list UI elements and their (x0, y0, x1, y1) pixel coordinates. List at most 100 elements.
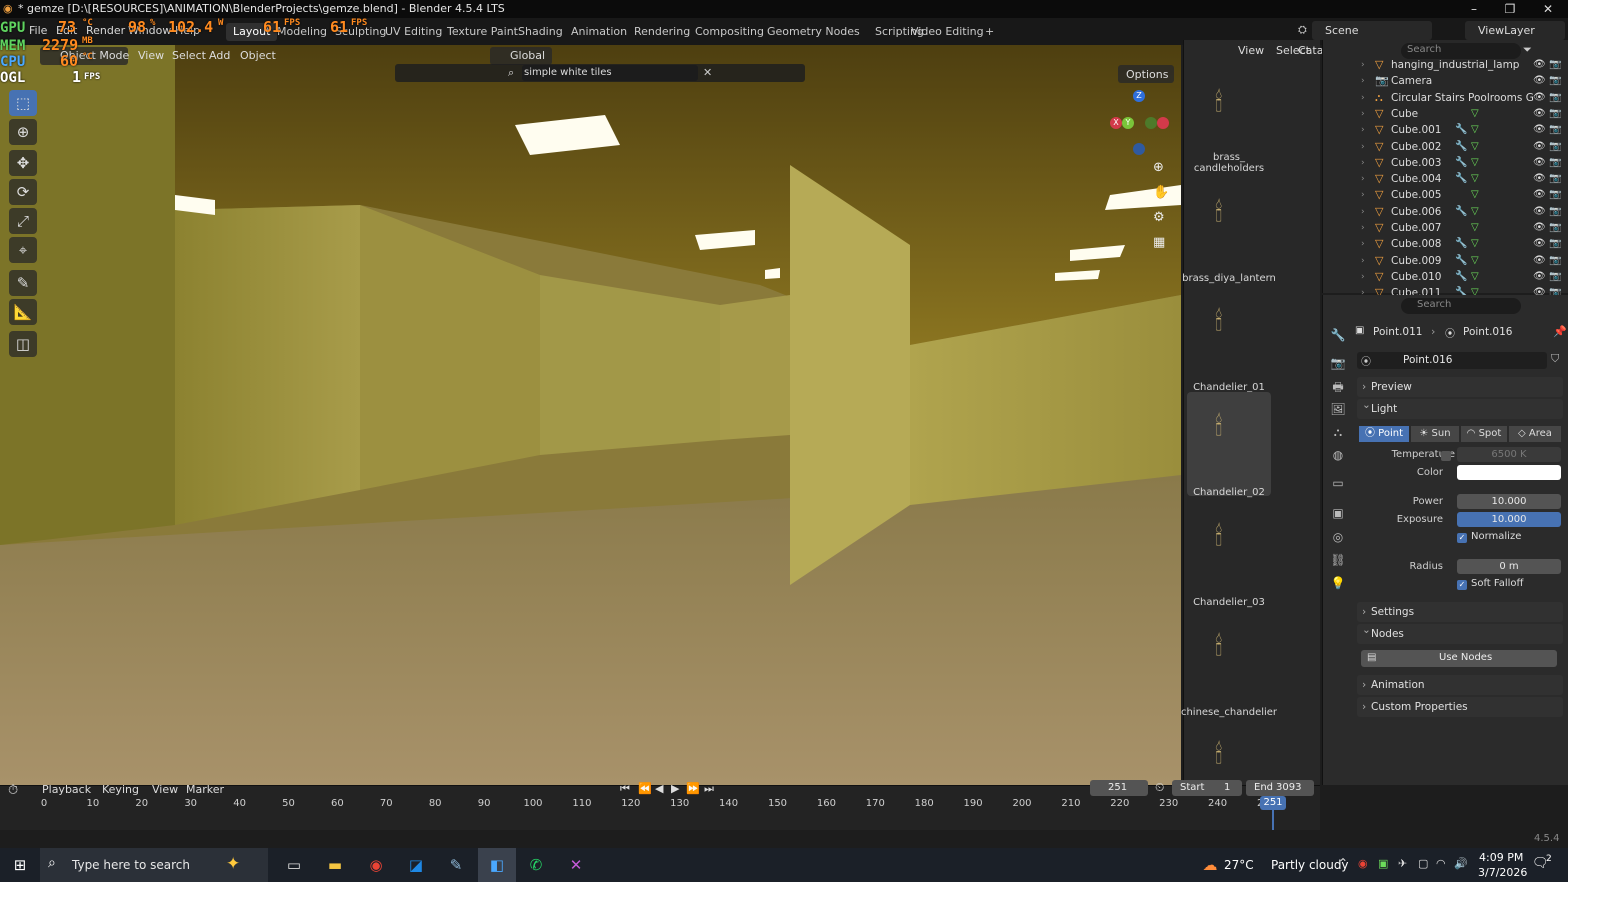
outliner-row[interactable]: › ▽ Cube.009 🔧 ▽ 👁 📷 (1323, 253, 1569, 269)
move-tool-icon[interactable]: ✥ (9, 150, 37, 176)
tray-network-icon[interactable]: ✈ (1398, 857, 1407, 870)
workspace-tab-add[interactable]: + (978, 23, 1001, 41)
jump-start-icon[interactable]: ⏮ (620, 782, 630, 796)
expand-arrow-icon[interactable]: › (1361, 253, 1365, 269)
visibility-eye-icon[interactable]: 👁 (1533, 73, 1546, 89)
tool-tab-icon[interactable]: 🔧 (1327, 325, 1349, 345)
power-field[interactable]: 10.000 (1457, 494, 1561, 509)
windows-start-icon[interactable]: ⊞ (8, 854, 32, 876)
asset-item[interactable]: 🕯 Chandelier_02 (1187, 392, 1271, 498)
tray-chrome-icon[interactable]: ◉ (1358, 857, 1368, 870)
outliner-row[interactable]: › ▽ Cube ▽ 👁 📷 (1323, 106, 1569, 122)
minimize-button[interactable]: – (1456, 0, 1492, 18)
visibility-eye-icon[interactable]: 👁 (1533, 269, 1546, 285)
render-camera-icon[interactable]: 📷 (1549, 253, 1561, 269)
workspace-tab-animation[interactable]: Animation (564, 23, 634, 41)
clear-search-icon[interactable]: ✕ (703, 66, 712, 79)
temperature-field[interactable]: 6500 K (1457, 447, 1561, 462)
file-explorer-icon[interactable]: ▬ (323, 854, 347, 876)
panel-animation[interactable]: Animation (1357, 675, 1563, 695)
render-camera-icon[interactable]: 📷 (1549, 73, 1561, 89)
render-camera-icon[interactable]: 📷 (1549, 122, 1561, 138)
scale-tool-icon[interactable]: ⤢ (9, 208, 37, 234)
workspace-tab-geometry-nodes[interactable]: Geometry Nodes (760, 23, 867, 41)
restore-button[interactable]: ❐ (1492, 0, 1528, 18)
expand-arrow-icon[interactable]: › (1361, 171, 1365, 187)
scene-tab-icon[interactable]: ⛬ (1327, 422, 1349, 442)
fake-user-shield-icon[interactable]: ⛉ (1551, 352, 1559, 366)
measure-tool-icon[interactable]: 📐 (9, 299, 37, 325)
gizmo-neg-z-icon[interactable] (1133, 143, 1145, 155)
outliner-row[interactable]: › 📷 Camera 👁 📷 (1323, 73, 1569, 89)
render-camera-icon[interactable]: 📷 (1549, 171, 1561, 187)
expand-arrow-icon[interactable]: › (1361, 139, 1365, 155)
exposure-field[interactable]: 10.000 (1457, 512, 1561, 527)
annotate-tool-icon[interactable]: ✎ (9, 270, 37, 296)
perspective-grid-icon[interactable]: ▦ (1153, 235, 1165, 250)
color-swatch[interactable] (1457, 465, 1561, 480)
render-camera-icon[interactable]: 📷 (1549, 187, 1561, 203)
normalize-checkbox[interactable]: ✓ (1457, 533, 1467, 543)
taskbar-time[interactable]: 4:09 PM (1479, 851, 1523, 864)
next-keyframe-icon[interactable]: ⏩ (686, 782, 700, 795)
taskbar-date[interactable]: 3/7/2026 (1478, 866, 1527, 879)
viewport-menu-add[interactable]: Add (209, 49, 230, 62)
light-type-area[interactable]: ◇ Area (1509, 426, 1561, 442)
workspace-tab-rendering[interactable]: Rendering (627, 23, 697, 41)
outliner-row[interactable]: › ▽ hanging_industrial_lamp 👁 📷 (1323, 57, 1569, 73)
tray-chevron-icon[interactable]: ⌃ (1338, 856, 1348, 870)
visibility-eye-icon[interactable]: 👁 (1533, 204, 1546, 220)
weather-desc[interactable]: Partly cloudy (1271, 858, 1349, 872)
gizmo-y-icon[interactable]: Y (1122, 117, 1134, 129)
outliner-row[interactable]: › ⛬ Circular Stairs Poolrooms G 👁 📷 (1323, 90, 1569, 106)
temperature-checkbox[interactable] (1441, 451, 1451, 461)
gizmo-neg-x-icon[interactable] (1157, 117, 1169, 129)
whatsapp-icon[interactable]: ✆ (524, 854, 548, 876)
visibility-eye-icon[interactable]: 👁 (1533, 57, 1546, 73)
asset-item[interactable]: 🕯 chinese_chandelier (1181, 612, 1277, 718)
play-icon[interactable]: ▶ (671, 782, 679, 795)
expand-arrow-icon[interactable]: › (1361, 57, 1365, 73)
pin-icon[interactable]: 📌 (1553, 325, 1567, 338)
world-tab-icon[interactable]: ◍ (1327, 445, 1349, 465)
play-reverse-icon[interactable]: ◀ (655, 782, 663, 795)
visibility-eye-icon[interactable]: 👁 (1533, 139, 1546, 155)
light-type-sun[interactable]: ☀ Sun (1411, 426, 1459, 442)
outliner-row[interactable]: › ▽ Cube.008 🔧 ▽ 👁 📷 (1323, 236, 1569, 252)
panel-settings[interactable]: Settings (1357, 602, 1563, 622)
outliner-row[interactable]: › ▽ Cube.006 🔧 ▽ 👁 📷 (1323, 204, 1569, 220)
add-cube-tool-icon[interactable]: ◫ (9, 331, 37, 357)
filter-icon[interactable]: ⏷ (1523, 43, 1532, 57)
constraints-tab-icon[interactable]: ⛓ (1327, 550, 1349, 570)
asset-item[interactable]: 🕯 brass_ candleholders (1187, 68, 1271, 174)
visibility-eye-icon[interactable]: 👁 (1533, 253, 1546, 269)
soft-falloff-checkbox[interactable]: ✓ (1457, 580, 1467, 590)
expand-arrow-icon[interactable]: › (1361, 236, 1365, 252)
rotate-tool-icon[interactable]: ⟳ (9, 179, 37, 205)
expand-arrow-icon[interactable]: › (1361, 269, 1365, 285)
editor-type-icon[interactable]: ⏱ (8, 783, 18, 798)
panel-custom-properties[interactable]: Custom Properties (1357, 697, 1563, 717)
asset-item[interactable]: 🕯 Chandelier_03 (1187, 502, 1271, 608)
render-camera-icon[interactable]: 📷 (1549, 57, 1561, 73)
visibility-eye-icon[interactable]: 👁 (1533, 220, 1546, 236)
timeline-menu-playback[interactable]: Playback (42, 783, 91, 796)
outliner-row[interactable]: › ▽ Cube.007 ▽ 👁 📷 (1323, 220, 1569, 236)
expand-arrow-icon[interactable]: › (1361, 90, 1365, 106)
panel-light[interactable]: Light (1357, 395, 1563, 419)
transform-tool-icon[interactable]: ⌖ (9, 237, 37, 263)
object-tab-icon[interactable]: ▣ (1327, 503, 1349, 523)
render-tab-icon[interactable]: 📷 (1327, 353, 1349, 373)
app-notepad-icon[interactable]: ✎ (444, 854, 468, 876)
timeline-menu-marker[interactable]: Marker (186, 783, 224, 796)
viewport-menu-select[interactable]: Select (172, 49, 206, 62)
asset-item[interactable]: 🕯 Chandelier_01 (1187, 287, 1271, 393)
playhead-marker[interactable]: 251 (1260, 796, 1286, 810)
outliner-row[interactable]: › ▽ Cube.002 🔧 ▽ 👁 📷 (1323, 139, 1569, 155)
timeline-menu-keying[interactable]: Keying (102, 783, 139, 796)
visibility-eye-icon[interactable]: 👁 (1533, 155, 1546, 171)
panel-preview[interactable]: Preview (1357, 377, 1563, 397)
outliner-row[interactable]: › ▽ Cube.003 🔧 ▽ 👁 📷 (1323, 155, 1569, 171)
camera-view-icon[interactable]: ⚙ (1153, 210, 1165, 225)
expand-arrow-icon[interactable]: › (1361, 155, 1365, 171)
